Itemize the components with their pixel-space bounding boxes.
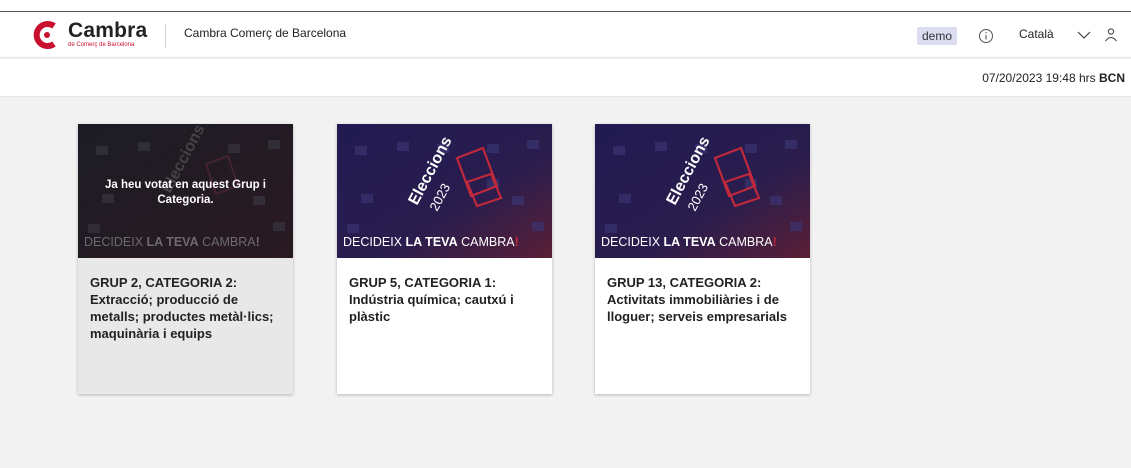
cambra-logo-icon bbox=[33, 21, 56, 49]
user-badge: demo bbox=[917, 27, 958, 45]
svg-text:DECIDEIX LA TEVA CAMBRA!: DECIDEIX LA TEVA CAMBRA! bbox=[601, 235, 777, 249]
language-selector[interactable]: Català bbox=[1019, 27, 1054, 41]
banner-slogan-bold: LA TEVA bbox=[664, 235, 716, 249]
card-title: GRUP 13, CATEGORIA 2: bbox=[607, 275, 762, 290]
logo-subtitle: de Comerç de Barcelona bbox=[68, 42, 135, 48]
banner-slogan-bang: ! bbox=[515, 235, 519, 249]
top-bar bbox=[0, 0, 1131, 12]
banner-slogan-post: CAMBRA bbox=[199, 235, 257, 249]
card-title: GRUP 2, CATEGORIA 2: bbox=[90, 275, 238, 290]
logo-wordmark: Cambra bbox=[68, 19, 148, 42]
card-description: Extracció; producció de metalls; product… bbox=[90, 292, 274, 341]
status-bar: 07/20/2023 19:48 hrs BCN bbox=[0, 59, 1131, 97]
election-banner: Eleccions DECIDEIX LA TEVA CAMBRA! Ja he… bbox=[78, 124, 293, 258]
card-body: GRUP 13, CATEGORIA 2: Activitats immobil… bbox=[607, 274, 799, 325]
date-text: 07/20/2023 bbox=[982, 71, 1043, 85]
banner-slogan-pre: DECIDEIX bbox=[343, 235, 406, 249]
voted-message: Ja heu votat en aquest Grup i Categoria. bbox=[104, 179, 267, 206]
banner-slogan-bang: ! bbox=[773, 235, 777, 249]
user-icon[interactable] bbox=[1104, 27, 1118, 43]
banner-graphic: Eleccions 2023 DECIDEIX LA TEVA CAMBRA! bbox=[337, 124, 552, 258]
category-card[interactable]: Eleccions 2023 DECIDEIX LA TEVA CAMBRA! … bbox=[595, 124, 810, 394]
banner-graphic: Eleccions 2023 DECIDEIX LA TEVA CAMBRA! bbox=[595, 124, 810, 258]
organization-name: Cambra Comerç de Barcelona bbox=[184, 26, 347, 40]
election-banner: Eleccions 2023 DECIDEIX LA TEVA CAMBRA! bbox=[337, 124, 552, 258]
election-banner: Eleccions 2023 DECIDEIX LA TEVA CAMBRA! bbox=[595, 124, 810, 258]
header-divider bbox=[165, 24, 166, 48]
card-body: GRUP 5, CATEGORIA 1: Indústria química; … bbox=[349, 274, 541, 325]
chevron-down-icon[interactable] bbox=[1077, 30, 1091, 40]
card-description: Activitats immobiliàries i de lloguer; s… bbox=[607, 292, 787, 324]
banner-slogan-pre: DECIDEIX bbox=[601, 235, 664, 249]
category-card[interactable]: Eleccions DECIDEIX LA TEVA CAMBRA! Ja he… bbox=[78, 124, 293, 394]
banner-slogan-bold: LA TEVA bbox=[406, 235, 458, 249]
banner-slogan-post: CAMBRA bbox=[716, 235, 774, 249]
card-description: Indústria química; cautxú i plàstic bbox=[349, 292, 514, 324]
time-text: 19:48 hrs bbox=[1045, 71, 1096, 85]
category-card[interactable]: Eleccions 2023 DECIDEIX LA TEVA CAMBRA! … bbox=[337, 124, 552, 394]
svg-text:DECIDEIX LA TEVA CAMBRA!: DECIDEIX LA TEVA CAMBRA! bbox=[84, 235, 260, 249]
current-datetime: 07/20/2023 19:48 hrs BCN bbox=[982, 71, 1125, 85]
timezone-text: BCN bbox=[1099, 71, 1125, 85]
banner-slogan-post: CAMBRA bbox=[458, 235, 516, 249]
banner-slogan-bold: LA TEVA bbox=[147, 235, 199, 249]
svg-text:DECIDEIX LA TEVA CAMBRA!: DECIDEIX LA TEVA CAMBRA! bbox=[343, 235, 519, 249]
app-header: Cambra de Comerç de Barcelona Cambra Com… bbox=[0, 12, 1131, 58]
banner-slogan-bang: ! bbox=[256, 235, 260, 249]
banner-slogan-pre: DECIDEIX bbox=[84, 235, 147, 249]
card-body: GRUP 2, CATEGORIA 2: Extracció; producci… bbox=[90, 274, 282, 342]
brand-logo[interactable]: Cambra de Comerç de Barcelona bbox=[32, 19, 162, 52]
info-icon[interactable] bbox=[978, 28, 994, 44]
card-title: GRUP 5, CATEGORIA 1: bbox=[349, 275, 497, 290]
